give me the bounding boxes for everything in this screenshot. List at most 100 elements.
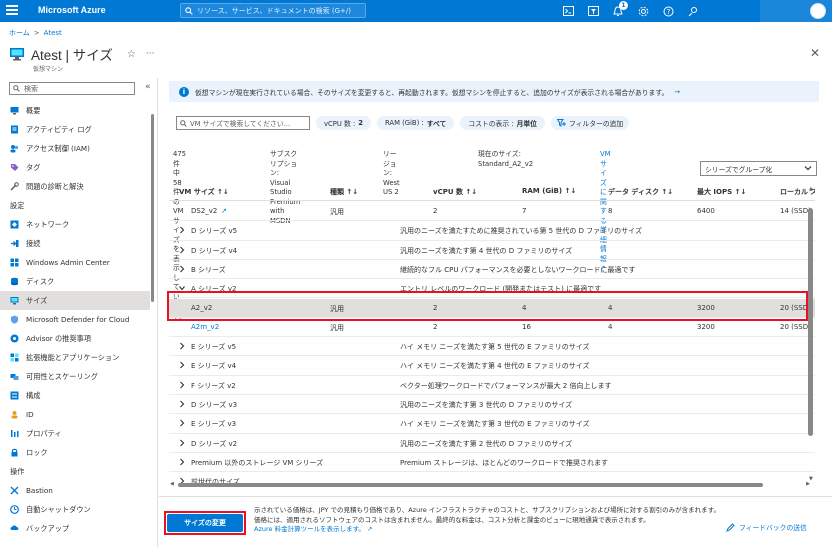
chevron-right-icon[interactable] [179,265,185,273]
vcpu-filter-pill[interactable]: vCPU 数 :2 [316,116,371,130]
nav-item-advisor[interactable]: Advisor の推奨事項 [0,329,150,348]
group-by-dropdown[interactable]: シリーズでグループ化 [700,161,817,176]
notification-count-badge: 1 [619,1,628,10]
portal-menu-icon[interactable] [6,5,18,17]
nav-item-availability[interactable]: 可用性とスケーリング [0,367,150,386]
col-header-vm-size[interactable]: VM サイズ ↑↓ [179,187,229,197]
gear-icon[interactable] [635,3,651,19]
nav-item-activity-log[interactable]: アクティビティ ログ [0,120,150,139]
table-vertical-scrollbar[interactable]: ▲ ▼ [806,186,816,486]
send-feedback-link[interactable]: フィードバックの送信 [726,522,807,532]
advisor-icon [10,334,19,343]
resize-button[interactable]: サイズの変更 [167,514,243,532]
chevron-right-icon[interactable] [179,381,185,389]
account-menu[interactable] [760,0,832,22]
nav-item-label: Windows Admin Center [26,258,110,267]
series-group-row[interactable]: Premium 以外のストレージ VM シリーズ Premium ストレージは、ほ… [169,453,815,473]
nav-item-label: ディスク [26,276,55,286]
collapse-menu-icon[interactable]: « [145,82,151,92]
add-filter-button[interactable]: フィルターの追加 [550,116,630,130]
nav-item-defender[interactable]: Microsoft Defender for Cloud [0,310,150,329]
series-group-row[interactable]: F シリーズ v2 ベクター処理ワークロードでパフォーマンスが最大 2 倍向上しま… [169,376,815,395]
scroll-left-arrow-icon[interactable]: ◀ [170,481,174,487]
col-header-vcpu[interactable]: vCPU 数 ↑↓ [433,187,477,197]
info-banner-arrow[interactable]: → [674,88,680,96]
series-name: F シリーズ v2 [191,381,236,390]
series-group-row[interactable]: E シリーズ v3 ハイ メモリ ニーズを満たす第 3 世代の E ファミリのサイ… [169,414,815,434]
scroll-right-arrow-icon[interactable]: ▶ [806,481,810,487]
nav-item-windows-admin-center[interactable]: Windows Admin Center [0,253,150,272]
chevron-right-icon[interactable] [179,226,185,234]
vm-size-search-input[interactable]: VM サイズで検索してください... [176,116,310,130]
cost-filter-pill[interactable]: コストの表示 : 月単位 [460,116,545,130]
chevron-right-icon[interactable] [179,361,185,369]
cloud-shell-icon[interactable] [560,3,576,19]
nav-item-locks[interactable]: ロック [0,443,150,462]
chevron-right-icon[interactable] [179,400,185,408]
table-horizontal-scrollbar-thumb[interactable] [178,483,763,487]
series-group-row[interactable]: D シリーズ v5 汎用のニーズを満たすために推奨されている第 5 世代の D フ… [169,221,815,241]
series-group-row[interactable]: E シリーズ v5 ハイ メモリ ニーズを満たす第 5 世代の E ファミリのサイ… [169,337,815,357]
nav-item-label: プロパティ [26,428,62,438]
nav-item-size[interactable]: サイズ [0,291,150,310]
chevron-right-icon[interactable] [179,419,185,427]
menu-scrollbar-thumb[interactable] [151,114,154,302]
chevron-right-icon[interactable] [179,246,185,254]
menu-scrollbar[interactable] [150,100,155,547]
nav-item-overview[interactable]: 概要 [0,101,150,120]
nav-item-connect[interactable]: 接続 [0,234,150,253]
directory-filter-icon[interactable] [585,3,601,19]
nav-item-configuration[interactable]: 構成 [0,386,150,405]
action-footer: サイズの変更 示されている価格は、JPY での見積もり価格であり、Azure イ… [159,496,832,547]
nav-item-iam[interactable]: アクセス制御 (IAM) [0,139,150,158]
series-group-row[interactable]: D シリーズ v2 汎用のニーズを満たす第 2 世代の D ファミリのサイズ [169,434,815,453]
pricing-calculator-link[interactable]: Azure 料金計算ツールを表示します。 ↗ [254,525,724,535]
help-icon[interactable]: ? [660,3,676,19]
more-options-icon[interactable]: ··· [146,49,155,59]
bell-icon[interactable]: 1 [610,1,628,19]
table-horizontal-scrollbar[interactable]: ◀ ▶ [170,481,810,489]
resource-nav: 概要 アクティビティ ログ アクセス制御 (IAM) タグ 問題の診断と解決 設… [0,101,150,538]
chevron-right-icon[interactable] [179,439,185,447]
series-description: 汎用のニーズを満たす第 3 世代の D ファミリのサイズ [400,401,573,409]
menu-search-input[interactable]: 検索 [9,82,135,95]
vm-max-iops: 6400 [697,207,715,215]
nav-item-tags[interactable]: タグ [0,158,150,177]
nav-item-backup[interactable]: バックアップ [0,519,150,538]
series-group-row[interactable]: B シリーズ 継続的なフル CPU パフォーマンスを必要としないワークロードに最適… [169,260,815,280]
nav-item-properties[interactable]: プロパティ [0,424,150,443]
nav-item-extensions[interactable]: 拡張機能とアプリケーション [0,348,150,367]
breadcrumb-home[interactable]: ホーム [9,29,30,37]
series-group-row[interactable]: D シリーズ v4 汎用のニーズを満たす第 4 世代の D ファミリのサイズ [169,241,815,260]
col-header-ram[interactable]: RAM (GiB) ↑↓ [522,187,576,195]
series-group-row[interactable]: E シリーズ v4 ハイ メモリ ニーズを満たす第 4 世代の E ファミリのサイ… [169,356,815,376]
nav-item-network[interactable]: ネットワーク [0,215,150,234]
nav-item-bastion[interactable]: Bastion [0,481,150,500]
scroll-up-arrow-icon[interactable]: ▲ [809,186,813,192]
global-search-input[interactable]: リソース、サービス、ドキュメントの検索 (G+/) [180,3,366,18]
ram-filter-pill[interactable]: RAM (GiB) : すべて [376,116,455,130]
chevron-right-icon[interactable] [179,342,185,350]
nav-item-auto-shutdown[interactable]: 自動シャットダウン [0,500,150,519]
nav-item-disks[interactable]: ディスク [0,272,150,291]
favorite-star-icon[interactable]: ☆ [127,49,136,60]
nav-item-identity[interactable]: ID [0,405,150,424]
portal-brand[interactable]: Microsoft Azure [38,5,106,15]
table-vertical-scrollbar-thumb[interactable] [808,208,813,436]
vm-size-row[interactable]: DS2_v2 ↗ 汎用 2 7 8 6400 14 (SSD) [169,202,815,222]
add-filter-label: フィルターの追加 [568,120,624,128]
col-header-data-disks[interactable]: データ ディスク ↑↓ [608,187,673,197]
col-header-type[interactable]: 種類 ↑↓ [330,187,358,197]
pricing-note: 示されている価格は、JPY での見積もり価格であり、Azure インフラストラク… [254,506,724,535]
nav-item-label: 概要 [26,105,41,115]
virtual-machine-icon [10,48,24,61]
breadcrumb-resource[interactable]: Atest [44,29,62,37]
series-group-row[interactable]: D シリーズ v3 汎用のニーズを満たす第 3 世代の D ファミリのサイズ [169,395,815,415]
nav-item-diagnose[interactable]: 問題の診断と解決 [0,177,150,196]
table-header: VM サイズ ↑↓ 種類 ↑↓ vCPU 数 ↑↓ RAM (GiB) ↑↓ デ… [169,182,815,201]
pill-value: 2 [358,119,363,127]
col-header-max-iops[interactable]: 最大 IOPS ↑↓ [697,187,746,197]
close-icon[interactable]: ✕ [810,46,820,60]
chevron-right-icon[interactable] [179,458,185,466]
feedback-icon[interactable] [685,3,701,19]
